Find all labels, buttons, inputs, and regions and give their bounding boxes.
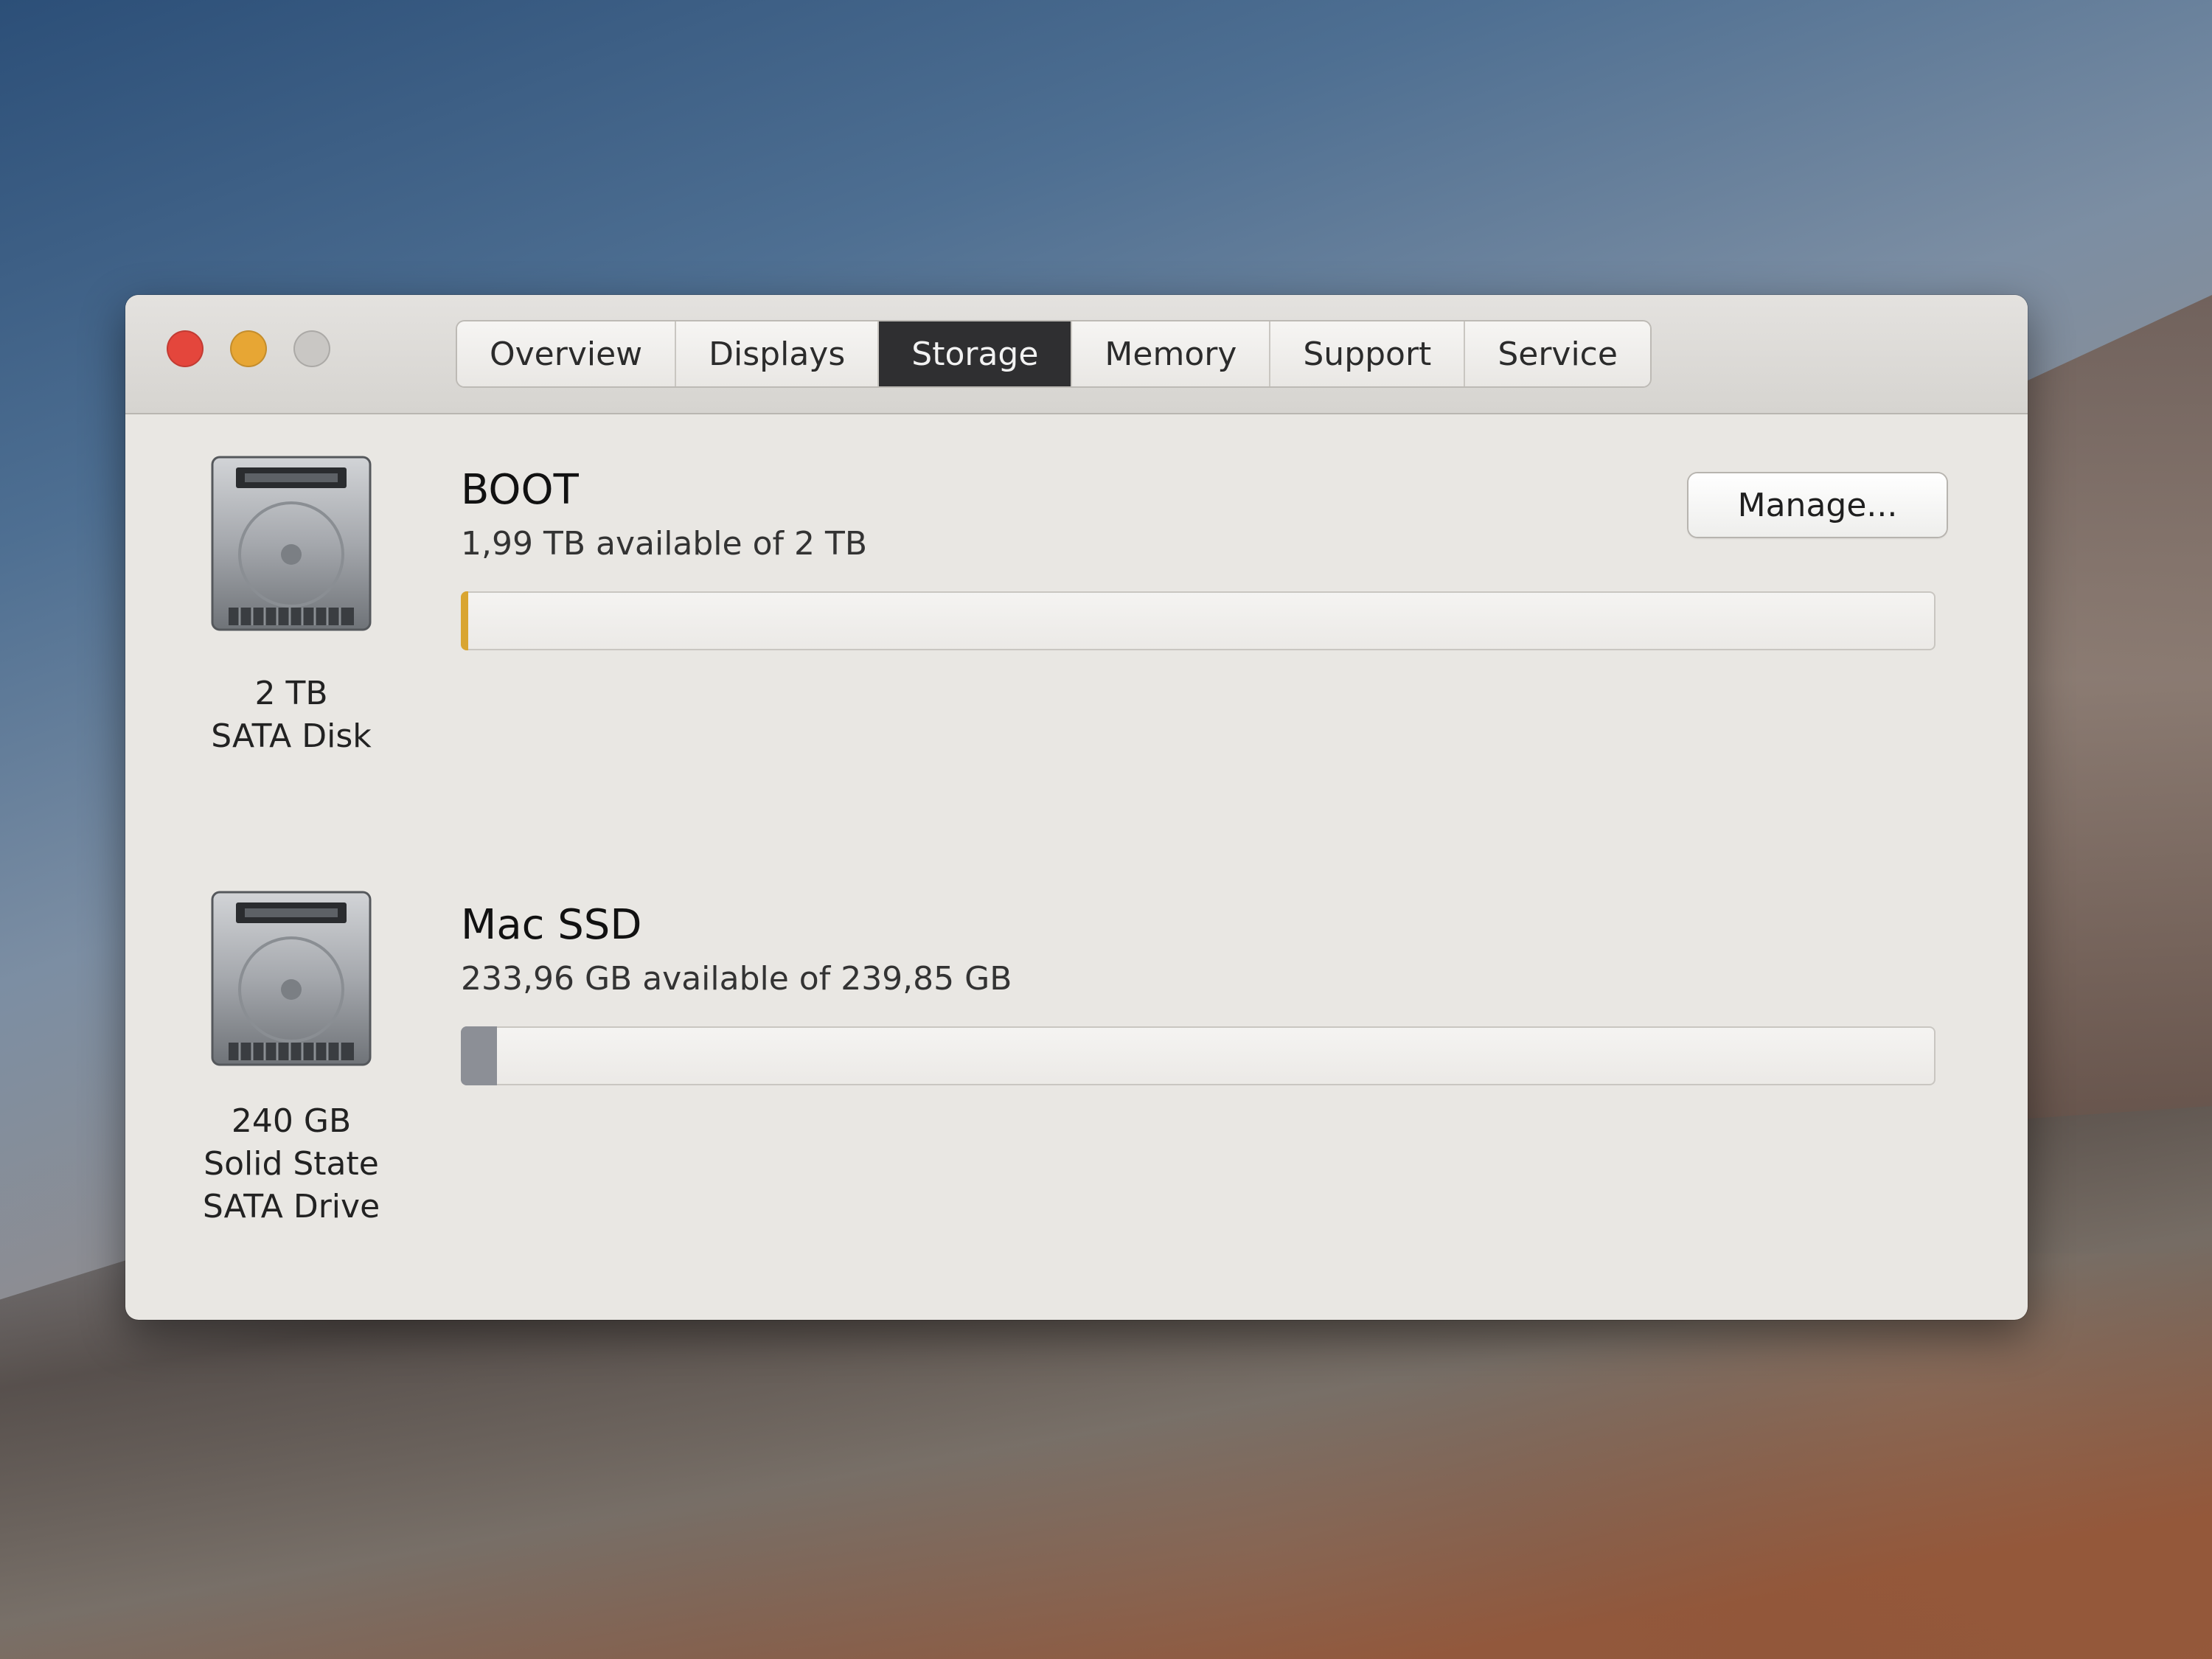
volume-name: BOOT: [461, 466, 579, 514]
tab-support[interactable]: Support: [1270, 321, 1466, 386]
drive-capacity: 2 TB: [254, 675, 328, 712]
drive-caption: 240 GB Solid State SATA Drive: [162, 1100, 420, 1228]
window-titlebar: Overview Displays Storage Memory Support…: [125, 295, 2028, 414]
tab-overview[interactable]: Overview: [457, 321, 677, 386]
drive-boot: 2 TB SATA Disk BOOT 1,99 TB available of…: [125, 451, 2028, 864]
storage-usage-fill: [461, 591, 468, 650]
volume-availability: 233,96 GB available of 239,85 GB: [461, 960, 1012, 998]
tab-bar: Overview Displays Storage Memory Support…: [457, 321, 1650, 386]
drive-capacity: 240 GB: [231, 1102, 352, 1140]
minimize-window-button[interactable]: [230, 330, 267, 367]
tab-displays[interactable]: Displays: [676, 321, 880, 386]
manage-button[interactable]: Manage...: [1688, 473, 1947, 537]
zoom-window-button[interactable]: [293, 330, 330, 367]
storage-pane: 2 TB SATA Disk BOOT 1,99 TB available of…: [125, 414, 2028, 1320]
drive-interface: SATA Drive: [202, 1188, 380, 1225]
close-window-button[interactable]: [167, 330, 204, 367]
tab-memory[interactable]: Memory: [1072, 321, 1271, 386]
hard-drive-icon: [211, 891, 372, 1066]
about-this-mac-window: Overview Displays Storage Memory Support…: [125, 295, 2028, 1320]
storage-usage-fill: [461, 1026, 498, 1085]
drive-mac-ssd: 240 GB Solid State SATA Drive Mac SSD 23…: [125, 886, 2028, 1299]
drive-type: Solid State: [204, 1145, 379, 1183]
tab-service[interactable]: Service: [1465, 321, 1650, 386]
tab-storage[interactable]: Storage: [879, 321, 1073, 386]
storage-usage-bar[interactable]: [461, 591, 1935, 650]
storage-usage-bar[interactable]: [461, 1026, 1935, 1085]
hard-drive-icon: [211, 456, 372, 631]
volume-name: Mac SSD: [461, 901, 642, 949]
volume-availability: 1,99 TB available of 2 TB: [461, 525, 868, 563]
drive-caption: 2 TB SATA Disk: [162, 672, 420, 758]
drive-type: SATA Disk: [211, 717, 372, 755]
